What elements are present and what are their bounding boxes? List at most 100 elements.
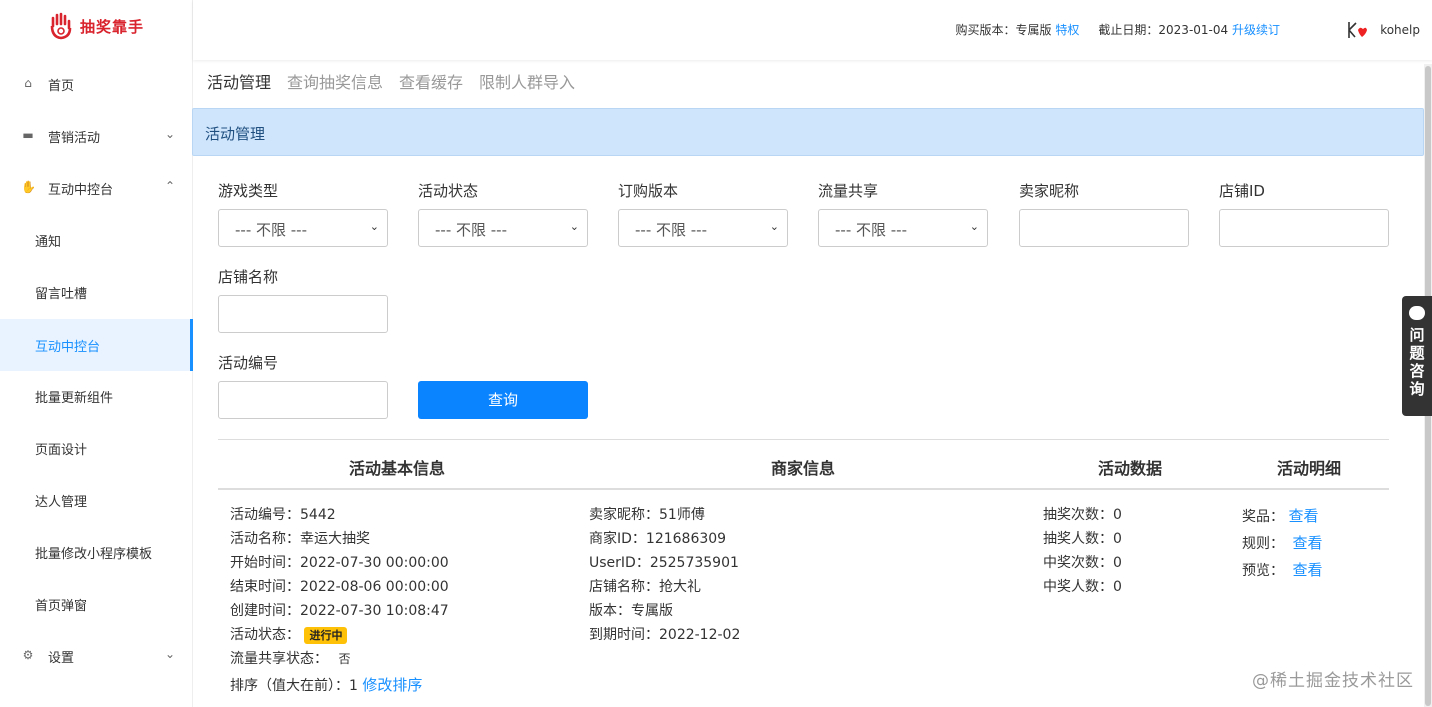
preview-detail: 预览： 查看 [1242,558,1322,583]
shop-id-input[interactable] [1219,209,1389,247]
preview-view-link[interactable]: 查看 [1292,561,1322,579]
header-activity-detail: 活动明细 [1277,459,1342,478]
draw-people: 抽奖人数：0 [1043,531,1122,547]
activity-status-label: 活动状态 [418,182,479,200]
sidebar-item-interaction-console-sub[interactable]: 互动中控台 [0,319,193,371]
tab-restricted-import[interactable]: 限制人群导入 [479,69,575,93]
tab-view-cache[interactable]: 查看缓存 [399,69,463,93]
activity-no-label: 活动编号 [218,354,279,372]
sidebar-item-home[interactable]: ⌂ 首页 [0,58,193,110]
logo[interactable]: 抽奖靠手 [48,12,144,40]
tab-bar: 活动管理 查询抽奖信息 查看缓存 限制人群导入 [207,69,575,93]
traffic-label: 流量共享状态： [230,651,328,667]
header-activity-data: 活动数据 [1098,459,1163,478]
start-time: 开始时间：2022-07-30 00:00:00 [230,555,449,571]
sidebar-item-marketing[interactable]: ▬ 营销活动 ⌄ [0,110,193,162]
avatar [1348,22,1368,38]
prize-detail: 奖品： 查看 [1242,504,1318,529]
shop-name: 店铺名称：抢大礼 [589,579,701,595]
sort-label: 排序（值大在前）：1 [230,678,358,694]
sidebar: 抽奖靠手 ⌂ 首页 ▬ 营销活动 ⌄ ✋ 互动中控台 ⌃ 通知 留言吐槽 互动中… [0,0,193,707]
home-icon: ⌂ [24,76,32,90]
created-time: 创建时间：2022-07-30 10:08:47 [230,603,449,619]
sidebar-item-batch-update[interactable]: 批量更新组件 [0,370,193,422]
header-merchant-info: 商家信息 [771,459,836,478]
seller-nick-label: 卖家昵称 [1019,182,1080,200]
user-menu[interactable]: kohelp [1344,18,1420,42]
query-button[interactable]: 查询 [418,381,588,419]
chevron-down-icon: ⌄ [369,220,379,233]
game-type-select[interactable]: --- 不限 --- ⌄ [218,209,388,247]
hand-logo-icon [50,12,72,40]
win-times: 中奖次数：0 [1043,555,1122,571]
rule-view-link[interactable]: 查看 [1292,534,1322,552]
prize-view-link[interactable]: 查看 [1288,507,1318,525]
sidebar-item-batch-template[interactable]: 批量修改小程序模板 [0,526,193,578]
tab-activity-management[interactable]: 活动管理 [207,69,271,93]
tab-query-draw-info[interactable]: 查询抽奖信息 [287,69,383,93]
renew-link[interactable]: 升级续订 [1232,23,1280,37]
logo-text: 抽奖靠手 [80,17,145,36]
chevron-down-icon: ⌄ [164,127,175,141]
expire-time: 到期时间：2022-12-02 [589,627,741,643]
traffic-share-label: 流量共享 [818,182,879,200]
draw-times: 抽奖次数：0 [1043,507,1122,523]
version-label: 购买版本：专属版 [955,23,1052,37]
subscription-version-select[interactable]: --- 不限 --- ⌄ [618,209,788,247]
activity-status: 活动状态： 进行中 [230,623,348,647]
help-consult-tab[interactable]: 问题咨询 [1402,296,1432,416]
table-top-border [218,439,1389,440]
seller-nick: 卖家昵称：51师傅 [589,507,705,523]
status-badge: 进行中 [304,627,348,644]
chevron-down-icon: ⌄ [569,220,579,233]
header-basic-info: 活动基本信息 [349,459,446,478]
sidebar-item-feedback[interactable]: 留言吐槽 [0,266,193,318]
top-bar: 购买版本：专属版 特权 截止日期：2023-01-04 升级续订 kohelp [193,0,1432,60]
panel-header: 活动管理 [192,108,1424,156]
thumbs-up-icon: ✋ [21,180,36,194]
gear-icon: ⚙ [22,648,34,662]
edit-sort-link[interactable]: 修改排序 [362,676,422,694]
chevron-down-icon: ⌄ [969,220,979,233]
privilege-link[interactable]: 特权 [1055,23,1079,37]
preview-label: 预览： [1242,563,1284,579]
sidebar-item-home-popup[interactable]: 首页弹窗 [0,578,193,630]
traffic-share-select[interactable]: --- 不限 --- ⌄ [818,209,988,247]
status-label: 活动状态： [230,627,300,643]
prize-label: 奖品： [1242,509,1284,525]
traffic-share-status: 流量共享状态： 否 [230,647,350,671]
subscription-info: 购买版本：专属版 特权 截止日期：2023-01-04 升级续订 [955,21,1280,38]
expire-label: 截止日期：2023-01-04 [1098,23,1229,37]
game-type-label: 游戏类型 [218,182,279,200]
version: 版本：专属版 [589,603,673,619]
subscription-version-label: 订购版本 [618,182,679,200]
sidebar-item-page-design[interactable]: 页面设计 [0,422,193,474]
watermark: @稀土掘金技术社区 [1252,671,1414,691]
briefcase-icon: ▬ [22,128,34,142]
chat-bubble-icon [1409,306,1425,320]
activity-no: 活动编号：5442 [230,507,336,523]
end-time: 结束时间：2022-08-06 00:00:00 [230,579,449,595]
traffic-value: 否 [338,652,351,666]
help-tab-label: 问题咨询 [1409,326,1425,398]
sidebar-item-settings[interactable]: ⚙ 设置 ⌄ [0,630,193,682]
sidebar-item-influencer[interactable]: 达人管理 [0,474,193,526]
shop-name-input[interactable] [218,295,388,333]
rule-detail: 规则： 查看 [1242,531,1322,556]
username: kohelp [1380,23,1420,37]
chevron-up-icon: ⌃ [164,179,175,193]
table-header-border [218,488,1389,490]
sidebar-item-interaction-console[interactable]: ✋ 互动中控台 ⌃ [0,162,193,214]
sidebar-item-notice[interactable]: 通知 [0,214,193,266]
merchant-id: 商家ID：121686309 [589,531,727,547]
activity-no-input[interactable] [218,381,388,419]
sort-order: 排序（值大在前）：1 修改排序 [230,673,422,698]
seller-nick-input[interactable] [1019,209,1189,247]
win-people: 中奖人数：0 [1043,579,1122,595]
activity-status-select[interactable]: --- 不限 --- ⌄ [418,209,588,247]
shop-name-label: 店铺名称 [218,268,279,286]
user-id: UserID：2525735901 [589,555,739,571]
chevron-down-icon: ⌄ [769,220,779,233]
rule-label: 规则： [1242,536,1284,552]
chevron-down-icon: ⌄ [164,647,175,661]
